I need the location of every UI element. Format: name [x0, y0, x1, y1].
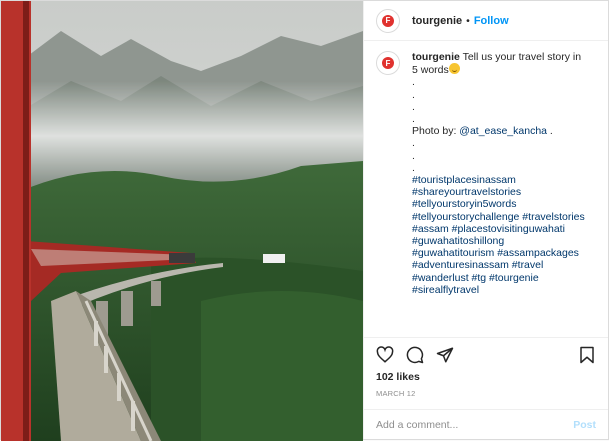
dot-line: .	[412, 161, 415, 174]
post-date[interactable]: MARCH 12	[364, 387, 608, 409]
caption-area: F tourgenie Tell us your travel story in…	[364, 41, 608, 337]
action-bar	[364, 337, 608, 371]
hashtag-line[interactable]: #adventuresinassam #travel	[412, 259, 585, 271]
hashtag-line[interactable]: #wanderlust #tg #tourgenie	[412, 272, 585, 284]
dot-line: .	[412, 76, 415, 89]
hashtag-line[interactable]: #assam #placestovisitinguwahati	[412, 223, 585, 235]
header-username[interactable]: tourgenie	[412, 15, 462, 27]
caption-line-2: 5 words	[412, 64, 449, 77]
hashtag-line[interactable]: #guwahatitourism #assampackages	[412, 247, 585, 259]
train-photo	[1, 1, 363, 441]
dot-line: .	[412, 137, 415, 150]
post-photo[interactable]	[1, 1, 363, 441]
follow-button[interactable]: Follow	[474, 15, 509, 27]
hashtag-line[interactable]: #tellyourstorychallenge #travelstories	[412, 211, 585, 223]
smile-emoji-icon	[448, 63, 460, 75]
add-comment-bar: Post	[364, 409, 608, 439]
hashtag-line[interactable]: #touristplacesinassam	[412, 174, 585, 186]
post-header: F tourgenie • Follow	[364, 1, 608, 41]
caption-line-1: Tell us your travel story in	[462, 51, 582, 63]
photo-credit-link[interactable]: @at_ease_kancha	[459, 125, 547, 137]
caption-avatar[interactable]: F	[376, 51, 400, 75]
hashtag-line[interactable]: #guwahatitoshillong	[412, 235, 585, 247]
bookmark-icon[interactable]	[576, 344, 598, 366]
tourgenie-logo-icon: F	[382, 57, 394, 69]
instagram-post: F tourgenie • Follow F tourgenie Tell us…	[0, 0, 609, 441]
caption-text: tourgenie Tell us your travel story in 5…	[412, 51, 585, 337]
share-icon[interactable]	[434, 344, 456, 366]
avatar[interactable]: F	[376, 8, 400, 33]
likes-count[interactable]: 102 likes	[364, 371, 608, 387]
heart-icon[interactable]	[374, 344, 396, 366]
hashtag-line[interactable]: #shareyourtravelstories	[412, 186, 585, 198]
post-comment-button[interactable]: Post	[573, 419, 596, 431]
comment-icon[interactable]	[404, 344, 426, 366]
header-separator: •	[466, 14, 470, 27]
dot-line: .	[412, 149, 415, 162]
dot-line: .	[412, 113, 415, 126]
post-sidebar: F tourgenie • Follow F tourgenie Tell us…	[363, 1, 608, 439]
comment-input[interactable]	[376, 418, 574, 431]
caption-username[interactable]: tourgenie	[412, 51, 460, 63]
tourgenie-logo-icon: F	[382, 14, 394, 27]
dot-line: .	[412, 100, 415, 113]
hashtag-line[interactable]: #sirealflytravel	[412, 284, 585, 296]
hashtag-line[interactable]: #tellyourstoryin5words	[412, 198, 585, 210]
photo-by-label: Photo by:	[412, 125, 460, 138]
dot-line: .	[412, 88, 415, 101]
photo-by-suffix: .	[547, 125, 553, 138]
